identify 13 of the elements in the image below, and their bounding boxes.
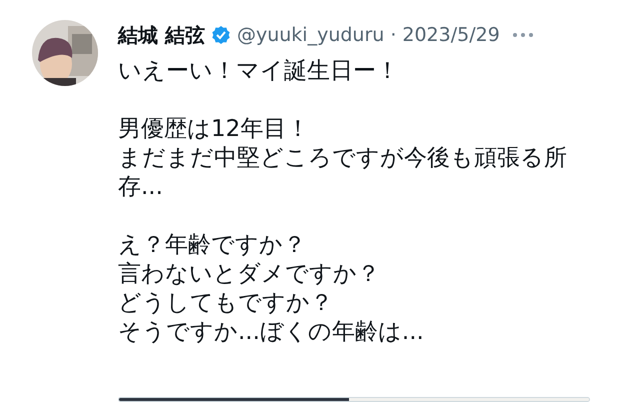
post-text: どうしてもですか？ xyxy=(118,289,334,318)
author-name[interactable]: 結城 結弦 xyxy=(118,22,205,48)
post-text: そうですか...ぼくの年齢は... xyxy=(118,318,425,347)
post-date[interactable]: 2023/5/29 xyxy=(402,24,500,46)
post-text: 男優歴は12年目！ xyxy=(118,115,310,144)
post-text: いえーい！マイ誕生日ー！ xyxy=(118,57,400,86)
post-text: まだまだ中堅どころですが今後も頑張る所 xyxy=(118,144,568,173)
post-text: 存... xyxy=(118,173,164,202)
post-text: え？年齢ですか？ xyxy=(118,231,307,260)
more-icon[interactable] xyxy=(512,32,534,38)
post-text: 言わないとダメですか？ xyxy=(118,260,381,289)
separator: · xyxy=(390,24,396,46)
author-handle[interactable]: @yuuki_yuduru xyxy=(236,24,384,46)
